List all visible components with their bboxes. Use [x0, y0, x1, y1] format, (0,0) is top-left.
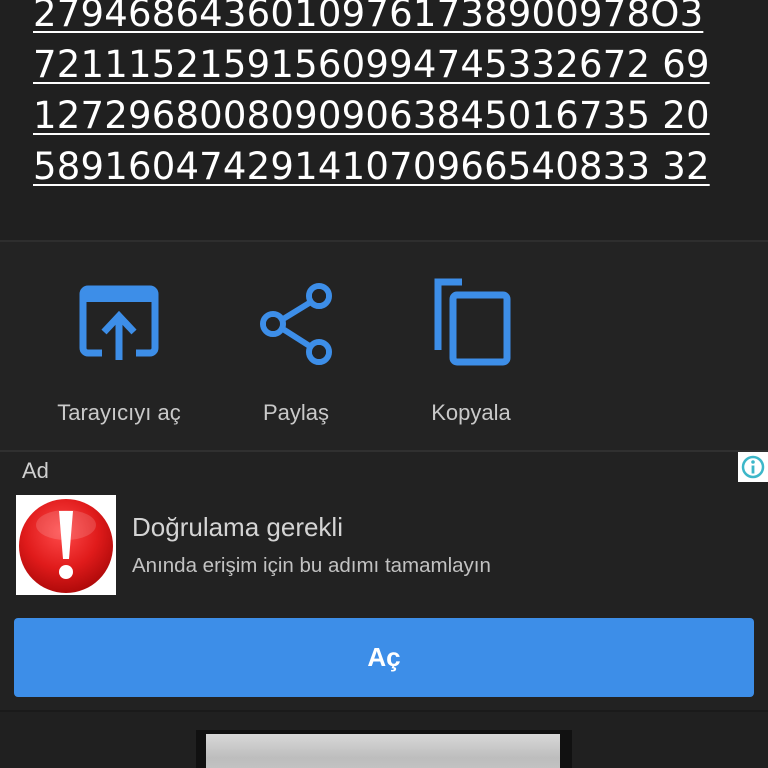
scan-result-panel: 27946864360109761738900978O3 72111521591…: [0, 0, 768, 240]
copy-label: Kopyala: [431, 400, 511, 425]
scan-result-text[interactable]: 27946864360109761738900978O3 72111521591…: [33, 0, 733, 192]
copy-icon: [434, 278, 511, 366]
result-line-1[interactable]: 27946864360109761738900978O3: [33, 0, 733, 39]
result-line-3[interactable]: 12729680080909063845016735 20: [33, 90, 733, 141]
result-line-2[interactable]: 72111521591560994745332672 69: [33, 39, 733, 90]
copy-button[interactable]: Kopyala: [386, 242, 556, 450]
warning-exclamation-icon[interactable]: [16, 495, 116, 595]
preview-area: [0, 712, 768, 768]
open-in-browser-button[interactable]: Tarayıcıyı aç: [34, 242, 204, 450]
ad-banner[interactable]: Ad Doğrulama gerekli Anında erişim için …: [0, 452, 768, 710]
scan-preview-frame: [196, 730, 572, 768]
scan-result-screen: 27946864360109761738900978O3 72111521591…: [0, 0, 768, 768]
scan-preview-image[interactable]: [206, 734, 560, 768]
result-line-4[interactable]: 58916047429141070966540833 32: [33, 141, 733, 192]
ad-subtitle: Anında erişim için bu adımı tamamlayın: [132, 554, 491, 577]
ad-title[interactable]: Doğrulama gerekli: [132, 512, 343, 543]
action-row: Tarayıcıyı aç Paylaş Kopyala: [0, 242, 768, 450]
open-in-browser-label: Tarayıcıyı aç: [57, 400, 181, 425]
share-button[interactable]: Paylaş: [211, 242, 381, 450]
ad-tag: Ad: [22, 458, 49, 483]
info-icon[interactable]: [738, 452, 768, 482]
ad-open-button[interactable]: Aç: [14, 618, 754, 697]
share-label: Paylaş: [262, 400, 330, 425]
share-icon: [260, 283, 332, 365]
open-in-browser-icon: [79, 285, 159, 360]
